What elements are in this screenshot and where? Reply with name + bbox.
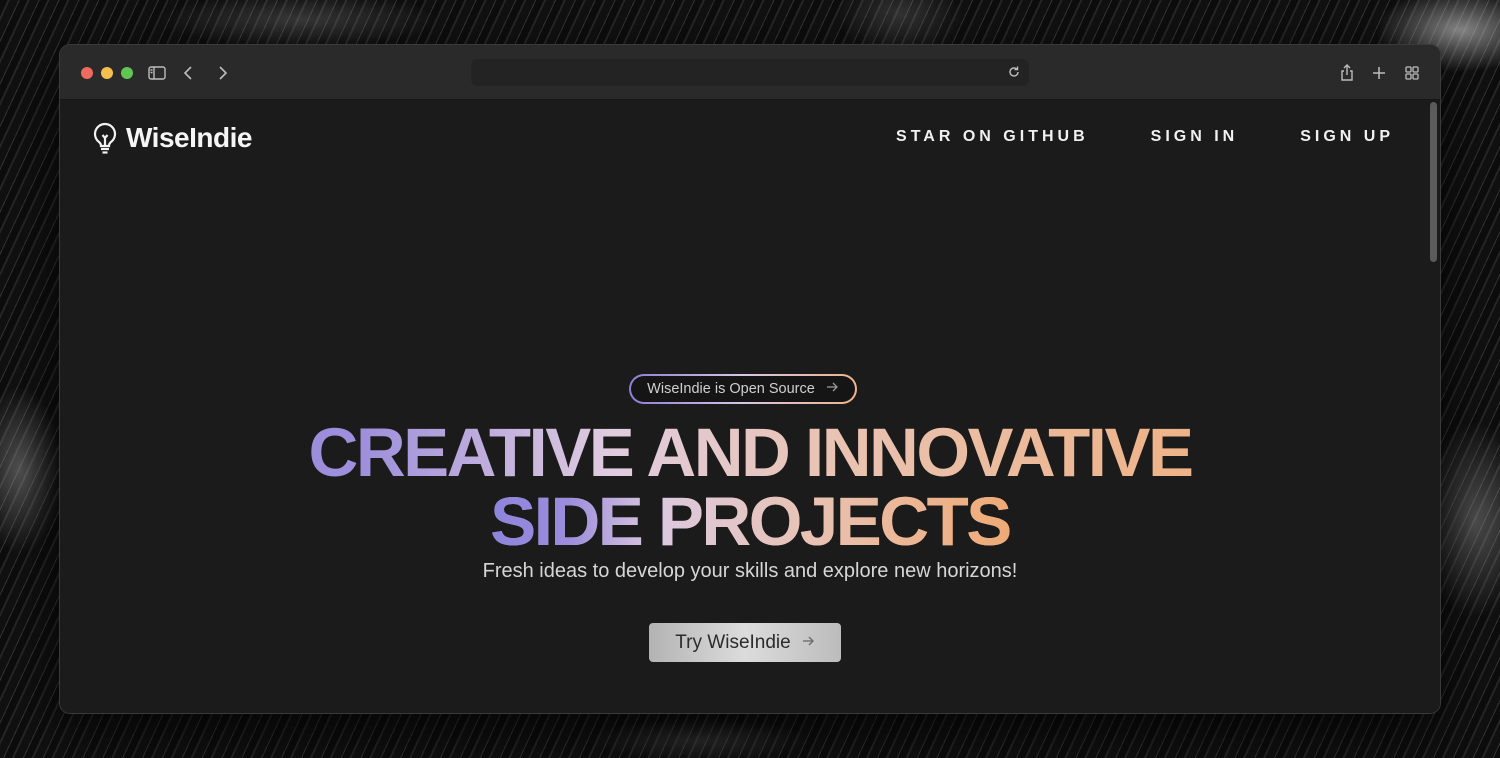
headline-line-2: SIDE PROJECTS xyxy=(490,483,1012,560)
sign-up-link[interactable]: SIGN UP xyxy=(1300,128,1394,146)
sign-in-link[interactable]: SIGN IN xyxy=(1151,128,1239,146)
open-source-badge[interactable]: WiseIndie is Open Source xyxy=(629,374,857,404)
arrow-right-icon xyxy=(801,632,815,654)
reload-icon[interactable] xyxy=(1005,63,1023,81)
star-on-github-link[interactable]: STAR ON GITHUB xyxy=(896,128,1089,146)
close-window-button[interactable] xyxy=(81,67,93,79)
browser-toolbar xyxy=(60,45,1440,100)
back-icon[interactable] xyxy=(178,62,200,84)
tab-overview-icon[interactable] xyxy=(1401,62,1423,84)
share-icon[interactable] xyxy=(1336,62,1358,84)
forward-icon[interactable] xyxy=(211,62,233,84)
cta-label: Try WiseIndie xyxy=(675,631,791,653)
address-bar[interactable] xyxy=(471,59,1029,86)
browser-window: WiseIndie STAR ON GITHUB SIGN IN SIGN UP… xyxy=(60,45,1440,713)
badge-label: WiseIndie is Open Source xyxy=(647,381,815,397)
zoom-window-button[interactable] xyxy=(121,67,133,79)
web-page: WiseIndie STAR ON GITHUB SIGN IN SIGN UP… xyxy=(60,100,1440,713)
hero-headline: CREATIVE AND INNOVATIVE SIDE PROJECTS xyxy=(60,418,1440,556)
scrollbar[interactable] xyxy=(1430,102,1437,262)
logo-text: WiseIndie xyxy=(126,122,252,153)
lightbulb-icon xyxy=(90,121,120,155)
sidebar-icon[interactable] xyxy=(146,62,168,84)
hero-subtitle: Fresh ideas to develop your skills and e… xyxy=(482,560,1018,582)
main-nav: STAR ON GITHUB SIGN IN SIGN UP xyxy=(896,128,1394,146)
new-tab-icon[interactable] xyxy=(1368,62,1390,84)
minimize-window-button[interactable] xyxy=(101,67,113,79)
headline-line-1: CREATIVE AND INNOVATIVE xyxy=(308,414,1192,491)
arrow-right-icon xyxy=(825,380,839,398)
try-wiseindie-button[interactable]: Try WiseIndie xyxy=(649,623,841,662)
site-logo[interactable]: WiseIndie xyxy=(90,120,252,156)
